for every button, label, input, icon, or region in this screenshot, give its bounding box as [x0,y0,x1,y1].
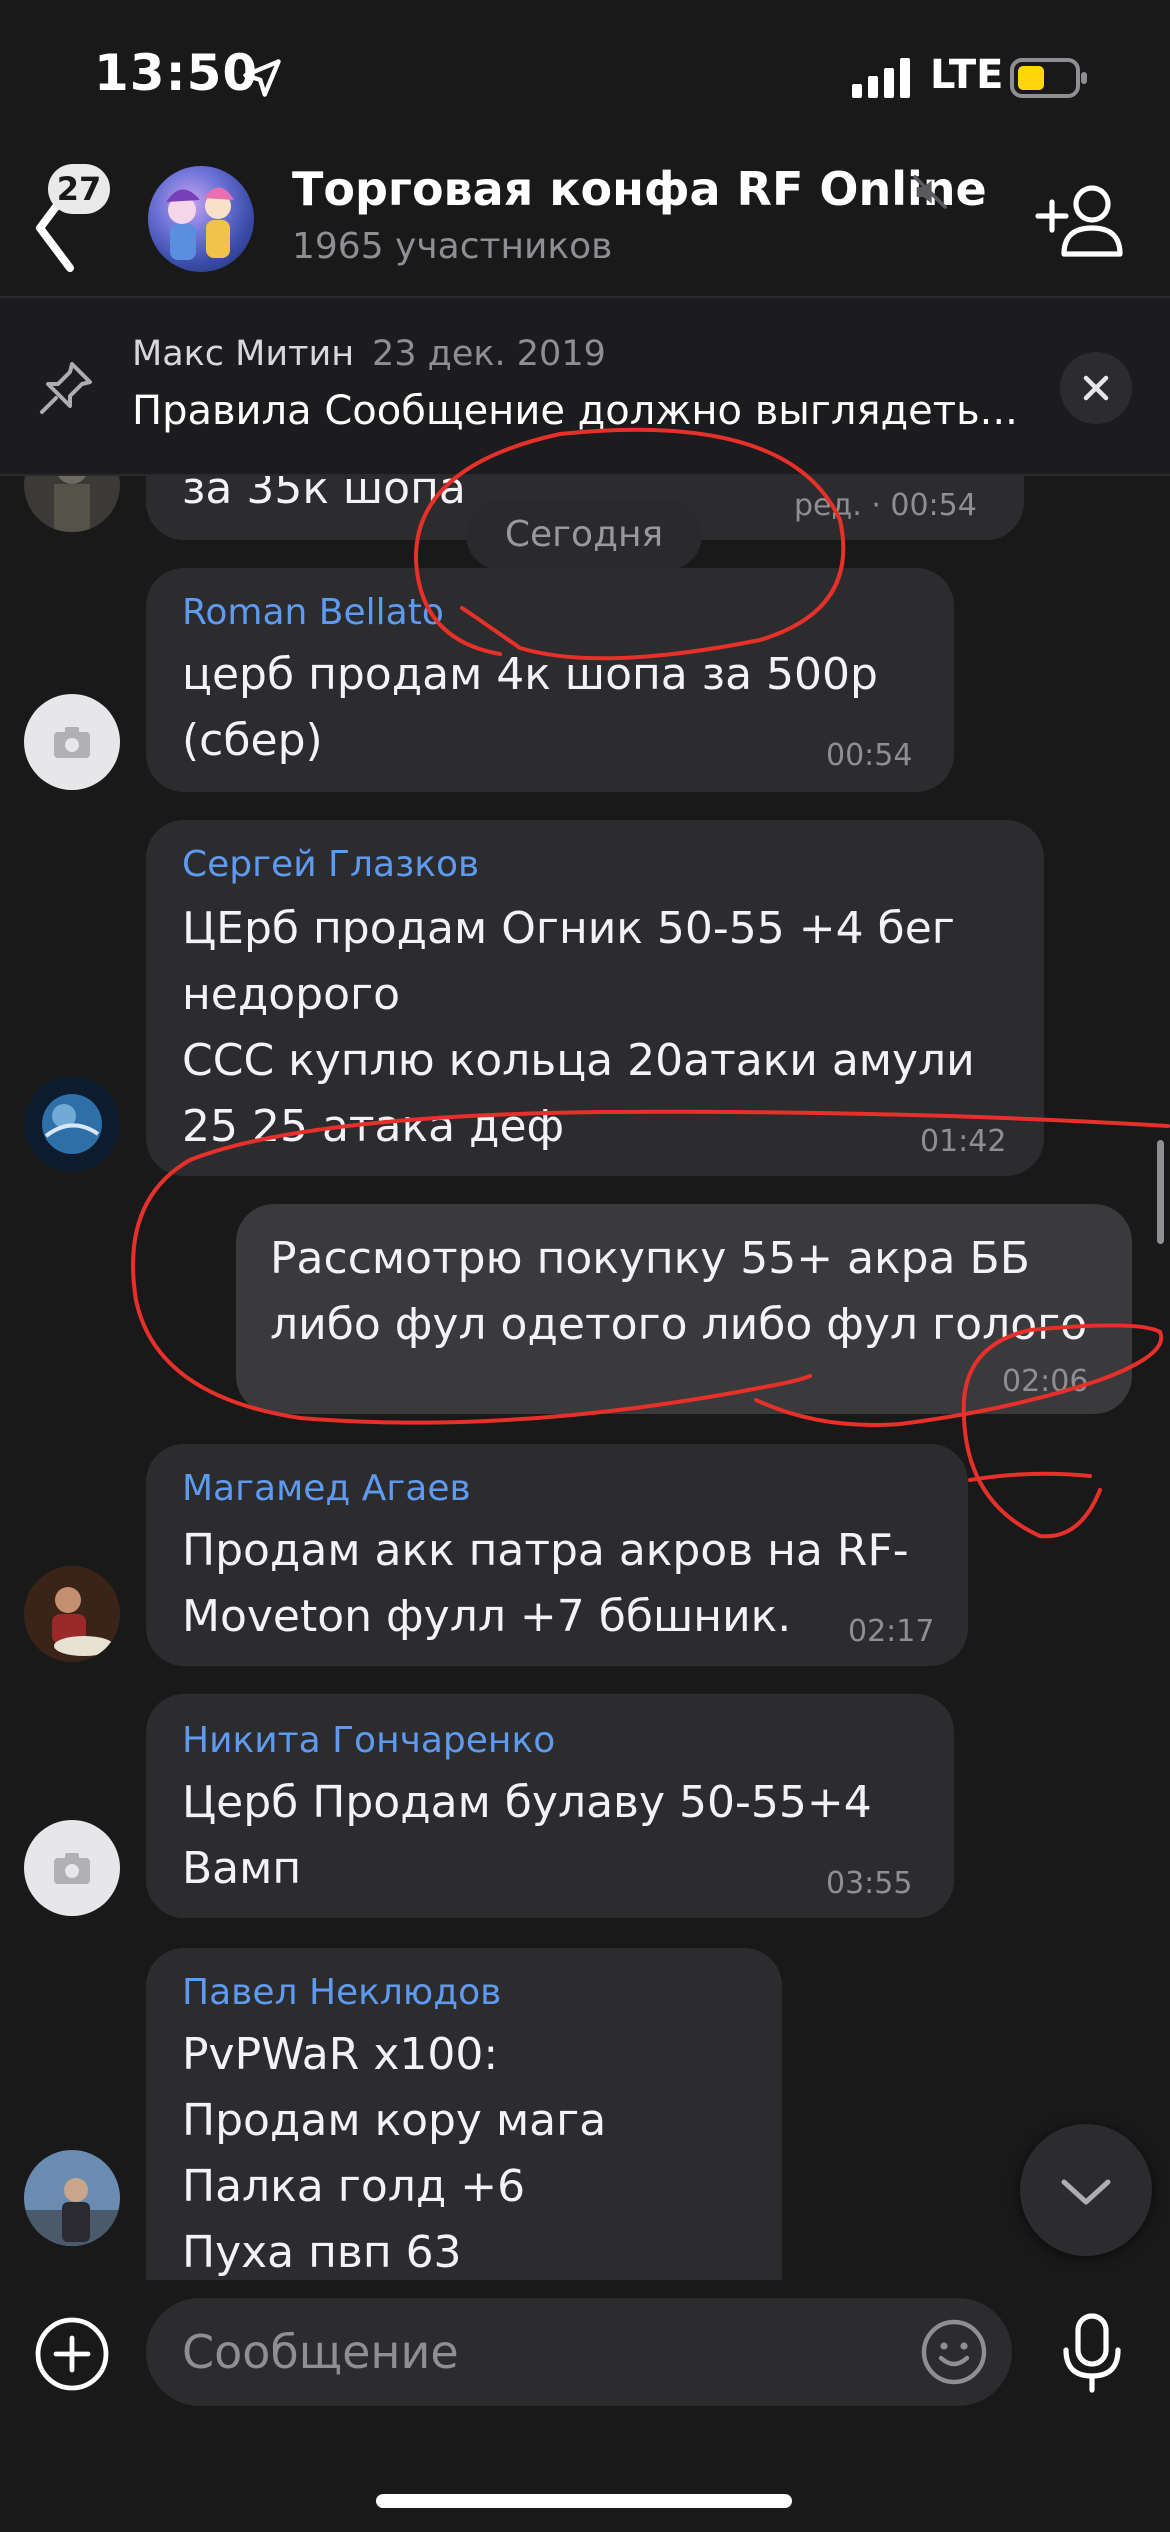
chat-title[interactable]: Торговая конфа RF Online [292,162,987,216]
message-time: 02:06 [1002,1364,1089,1399]
location-arrow-icon [243,59,281,97]
pinned-backdrop [0,298,1170,476]
pinned-date: 23 дек. 2019 [372,334,606,374]
close-icon [1083,375,1109,401]
message-text: Рассмотрю покупку 55+ акра ББ либо фул о… [270,1233,1088,1350]
message-time: 01:42 [920,1124,1007,1159]
pin-icon [40,362,92,414]
signal-icon [852,58,910,98]
scroll-to-bottom-button[interactable] [1020,2124,1152,2256]
battery-icon [1010,58,1087,98]
message-text: Церб Продам булаву 50-55+4 Вамп [182,1777,872,1894]
message-text: PvPWaR x100: Продам кору мага Палка голд… [182,2029,607,2278]
message-text: церб продам 4к шопа за 500р (сбер) [182,649,878,766]
message-text: Продам акк патра акров на RF- Moveton фу… [182,1525,909,1642]
emoji-icon[interactable] [920,2318,988,2386]
sender-name[interactable]: Сергей Глазков [182,844,479,885]
camera-icon [54,1853,90,1884]
sender-name[interactable]: Павел Неклюдов [182,1972,501,2013]
camera-icon [54,727,90,758]
muted-speaker-icon [913,175,947,209]
add-member-icon[interactable] [1034,180,1124,260]
group-avatar[interactable] [148,166,254,272]
chevron-down-icon [1061,2179,1111,2205]
close-pinned-button[interactable] [1060,352,1132,424]
message-input[interactable] [146,2298,1012,2406]
message-time: ред. · 00:54 [794,488,977,523]
message-time: 03:55 [826,1866,913,1901]
avatar[interactable] [24,2150,120,2246]
message-text: ЦЕрб продам Огник 50-55 +4 бег недорого … [182,903,975,1152]
home-indicator [376,2494,792,2508]
avatar[interactable] [24,1566,120,1662]
microphone-icon[interactable] [1058,2312,1126,2394]
avatar[interactable] [24,1820,120,1916]
sender-name[interactable]: Магамед Агаев [182,1468,471,1509]
status-time: 13:50 [94,44,259,102]
pinned-text: Правила Сообщение должно выглядеть... [132,388,1018,434]
avatar[interactable] [24,694,120,790]
attach-plus-icon[interactable] [34,2316,110,2392]
date-separator: Сегодня [466,500,702,570]
pinned-author: Макс Митин [132,334,355,374]
message-time: 02:17 [848,1614,935,1649]
avatar[interactable] [24,1076,120,1172]
unread-badge[interactable]: 27 [48,164,110,214]
sender-name[interactable]: Никита Гончаренко [182,1720,555,1761]
scroll-indicator[interactable] [1157,1140,1164,1244]
sender-name[interactable]: Roman Bellato [182,592,444,633]
member-count: 1965 участников [292,226,613,267]
message-time: 00:54 [826,738,913,773]
network-type: LTE [930,52,1004,98]
